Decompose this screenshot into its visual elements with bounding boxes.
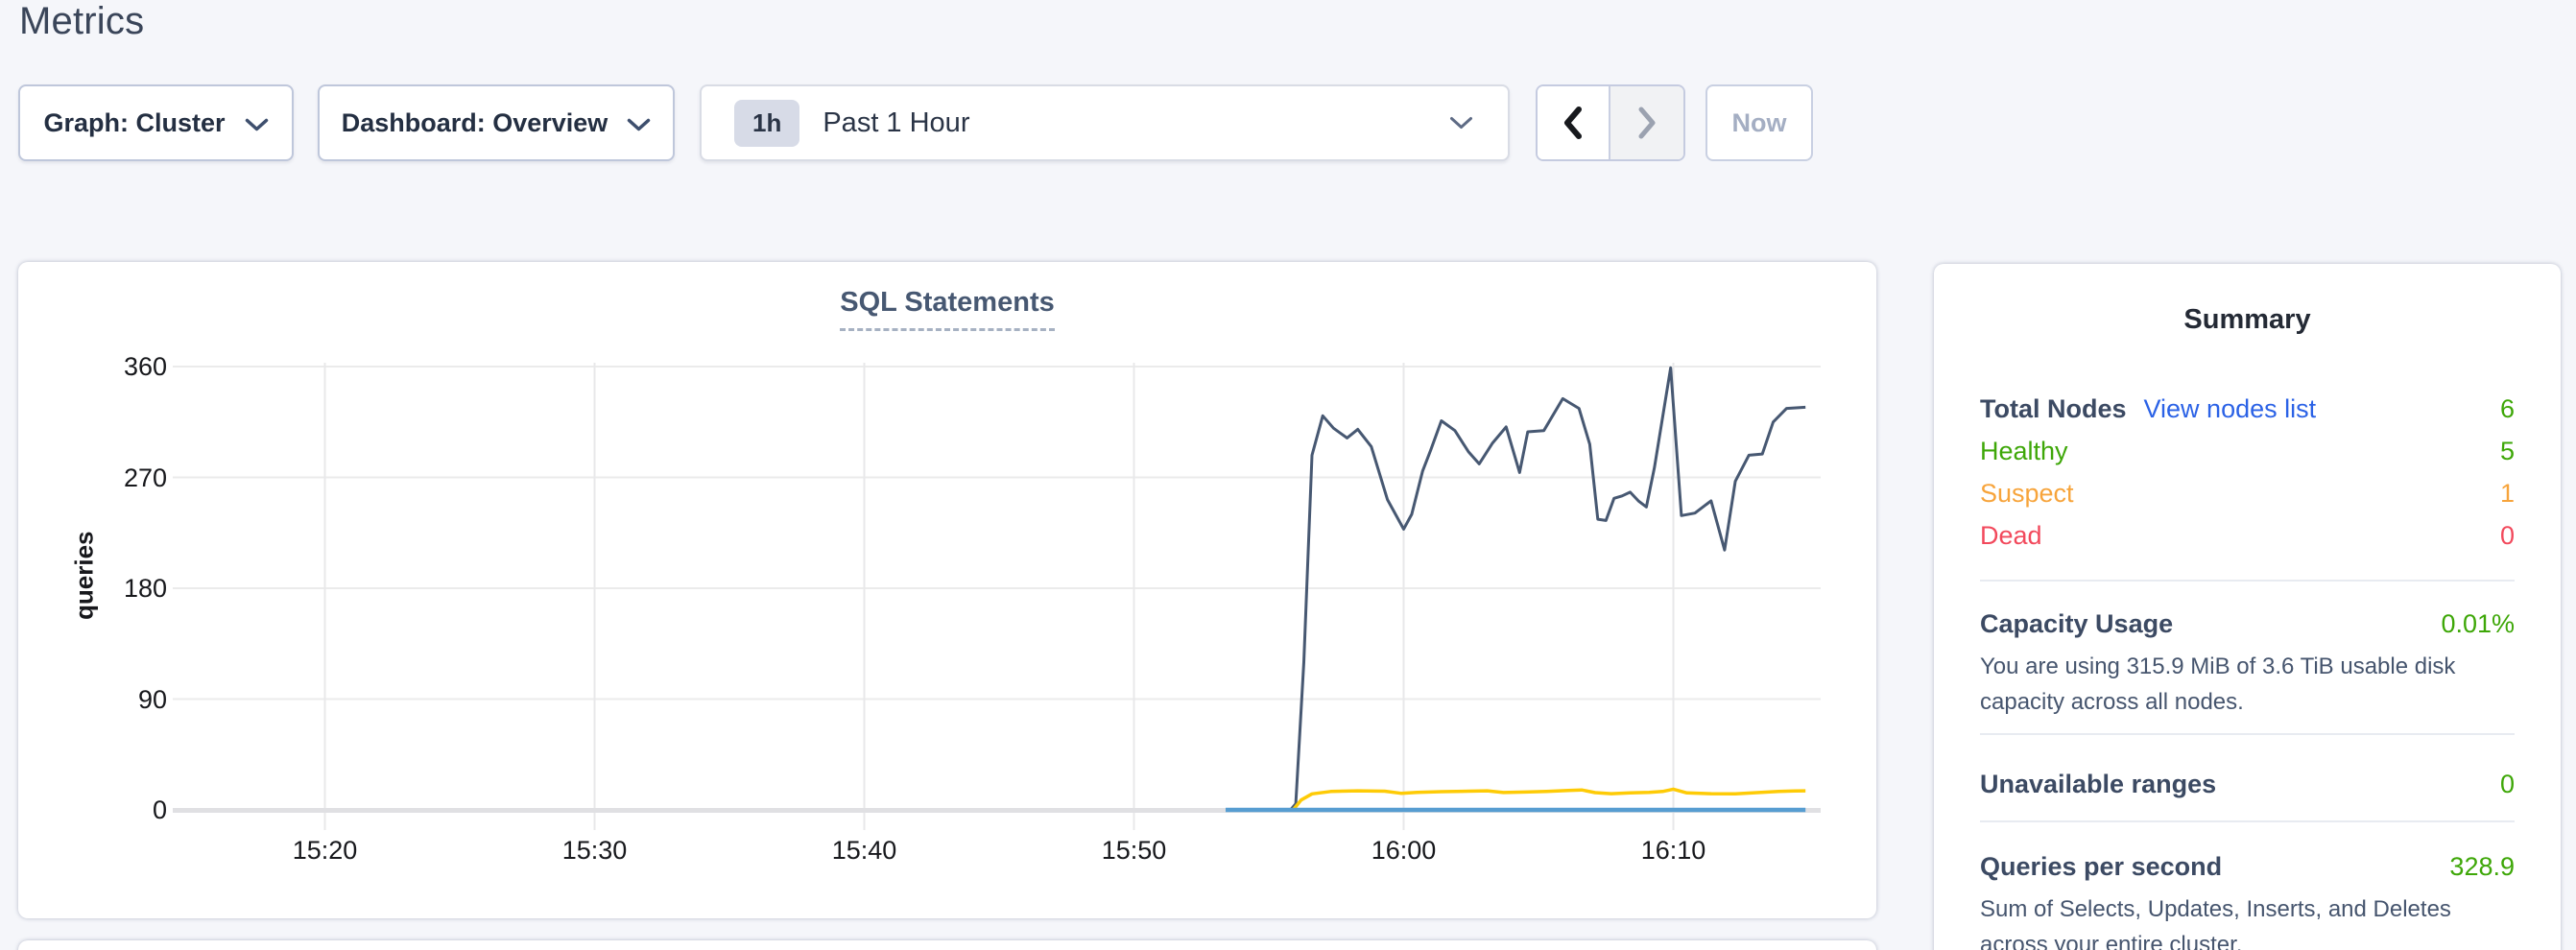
chevron-right-icon xyxy=(1636,106,1658,140)
capacity-usage-value: 0.01% xyxy=(2441,610,2515,637)
chevron-down-icon xyxy=(627,118,651,132)
next-time-button[interactable] xyxy=(1610,86,1683,159)
total-nodes-label: Total Nodes xyxy=(1980,395,2127,422)
divider xyxy=(1980,580,2515,582)
y-tick-label: 180 xyxy=(100,574,167,604)
capacity-usage-label: Capacity Usage xyxy=(1980,610,2173,637)
divider xyxy=(1980,820,2515,822)
divider xyxy=(1980,733,2515,735)
unavailable-ranges-value: 0 xyxy=(2500,771,2515,797)
metrics-page: Metrics Graph: Cluster Dashboard: Overvi… xyxy=(0,0,2576,950)
line-chart-plot[interactable] xyxy=(18,262,1876,918)
page-title: Metrics xyxy=(19,0,144,43)
next-chart-card xyxy=(18,940,1876,950)
summary-panel-title: Summary xyxy=(1980,304,2515,336)
chart-series-yellow-line xyxy=(1226,789,1805,810)
queries-per-second-label: Queries per second xyxy=(1980,853,2222,880)
sql-statements-chart-card: SQL Statements queries 09018027036015:20… xyxy=(18,262,1876,918)
capacity-usage-description: You are using 315.9 MiB of 3.6 TiB usabl… xyxy=(1980,649,2515,720)
chevron-left-icon xyxy=(1562,106,1584,140)
time-range-label: Past 1 Hour xyxy=(823,107,969,139)
suspect-value: 1 xyxy=(2500,480,2515,507)
x-tick-label: 16:00 xyxy=(1337,836,1471,866)
healthy-value: 5 xyxy=(2500,438,2515,464)
time-pager-group xyxy=(1536,84,1685,161)
y-tick-label: 270 xyxy=(100,463,167,493)
time-range-badge: 1h xyxy=(734,100,799,147)
view-nodes-list-link[interactable]: View nodes list xyxy=(2144,395,2317,422)
summary-panel: Summary Total Nodes View nodes list 6 He… xyxy=(1934,264,2561,950)
now-button[interactable]: Now xyxy=(1705,84,1813,161)
unavailable-ranges-row: Unavailable ranges 0 xyxy=(1980,771,2515,797)
suspect-label: Suspect xyxy=(1980,480,2074,507)
queries-per-second-value: 328.9 xyxy=(2449,853,2515,880)
total-nodes-row: Total Nodes View nodes list 6 xyxy=(1980,395,2515,422)
dead-value: 0 xyxy=(2500,522,2515,549)
chevron-down-icon xyxy=(1449,116,1473,131)
dead-label: Dead xyxy=(1980,522,2042,549)
y-tick-label: 90 xyxy=(100,685,167,715)
suspect-nodes-row: Suspect 1 xyxy=(1980,480,2515,507)
chevron-down-icon xyxy=(245,118,269,132)
queries-per-second-row: Queries per second 328.9 xyxy=(1980,853,2515,880)
x-tick-label: 15:40 xyxy=(798,836,932,866)
x-tick-label: 15:30 xyxy=(528,836,662,866)
x-tick-label: 15:20 xyxy=(258,836,393,866)
total-nodes-value: 6 xyxy=(2500,395,2515,422)
healthy-nodes-row: Healthy 5 xyxy=(1980,438,2515,464)
dashboard-dropdown[interactable]: Dashboard: Overview xyxy=(318,84,675,161)
x-tick-label: 15:50 xyxy=(1067,836,1202,866)
unavailable-ranges-label: Unavailable ranges xyxy=(1980,771,2216,797)
healthy-label: Healthy xyxy=(1980,438,2068,464)
now-button-label: Now xyxy=(1732,108,1787,138)
dashboard-dropdown-label: Dashboard: Overview xyxy=(342,108,608,138)
y-tick-label: 360 xyxy=(100,352,167,382)
previous-time-button[interactable] xyxy=(1538,86,1610,159)
graph-dropdown-label: Graph: Cluster xyxy=(43,108,225,138)
y-tick-label: 0 xyxy=(100,796,167,825)
dead-nodes-row: Dead 0 xyxy=(1980,522,2515,549)
time-range-selector[interactable]: 1h Past 1 Hour xyxy=(700,84,1510,161)
queries-per-second-description: Sum of Selects, Updates, Inserts, and De… xyxy=(1980,891,2515,950)
x-tick-label: 16:10 xyxy=(1607,836,1741,866)
graph-dropdown[interactable]: Graph: Cluster xyxy=(18,84,294,161)
capacity-usage-row: Capacity Usage 0.01% xyxy=(1980,610,2515,637)
